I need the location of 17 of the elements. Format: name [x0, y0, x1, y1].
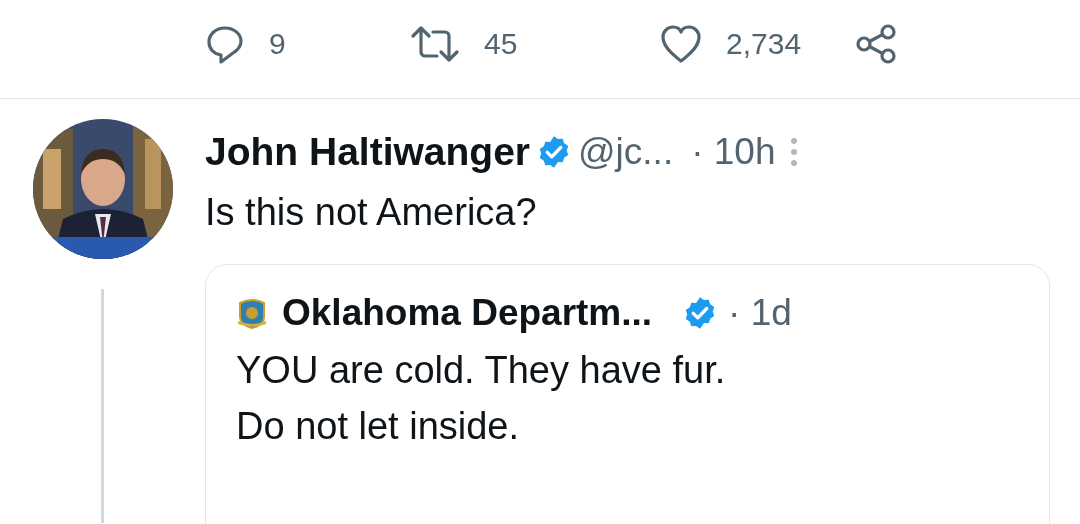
action-count: 2,734 — [726, 27, 802, 61]
quoted-tweet-text: Do not let inside. — [236, 404, 521, 449]
quoted-tweet-time: · 1d — [728, 292, 792, 334]
author-handle: @jc... — [578, 131, 674, 173]
heart-icon[interactable] — [660, 24, 702, 64]
tweet-text: Is this not America? — [205, 191, 538, 234]
reply-icon[interactable] — [205, 24, 245, 64]
action-count: 9 — [269, 27, 286, 61]
action-count: 45 — [484, 27, 518, 61]
retweet-icon[interactable] — [410, 24, 460, 64]
tweet-time: · 10h — [691, 131, 776, 173]
quoted-tweet-card[interactable]: Oklahoma Departm... · 1d YOU are cold. They have fur. Do not let inside. — [205, 264, 1050, 524]
share-icon[interactable] — [855, 24, 897, 64]
emblem-icon — [236, 297, 268, 329]
author-name[interactable]: John Haltiwanger — [205, 130, 531, 174]
quoted-author-name[interactable]: Oklahoma Departm... — [282, 292, 653, 334]
quoted-tweet-text: YOU are cold. They have fur. — [236, 348, 727, 393]
